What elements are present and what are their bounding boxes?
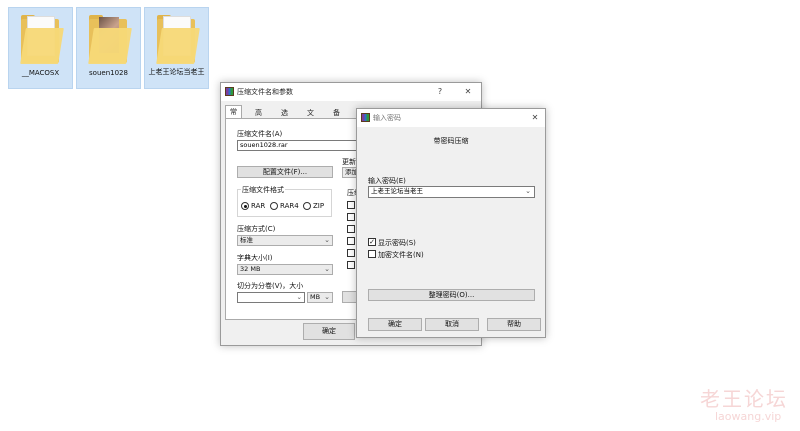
ok-button[interactable]: 确定 <box>303 323 355 340</box>
split-size-input[interactable]: ⌄ <box>237 292 305 303</box>
dict-label: 字典大小(I) <box>237 254 273 262</box>
option-checkbox[interactable] <box>347 261 355 269</box>
option-checkbox[interactable] <box>347 225 355 233</box>
titlebar: 压缩文件名和参数 ? ✕ <box>221 83 481 101</box>
profiles-button[interactable]: 配置文件(F)... <box>237 166 333 178</box>
folder-icon <box>156 14 200 64</box>
method-label: 压缩方式(C) <box>237 225 276 233</box>
method-select[interactable]: 标准 ⌄ <box>237 235 333 246</box>
password-dialog: 输入密码 ✕ 带密码压缩 输入密码(E) 上老王论坛当老王 ⌄ ✓ 显示密码(S… <box>356 108 546 338</box>
password-input[interactable]: 上老王论坛当老王 ⌄ <box>368 186 535 198</box>
folder-icon <box>20 14 64 64</box>
close-icon[interactable]: ✕ <box>528 111 542 124</box>
help-button[interactable]: 帮助 <box>487 318 541 331</box>
password-value: 上老王论坛当老王 <box>371 187 423 195</box>
option-checkbox[interactable] <box>347 201 355 209</box>
ok-button[interactable]: 确定 <box>368 318 422 331</box>
zip-radio[interactable] <box>303 202 311 210</box>
titlebar: 输入密码 ✕ <box>357 109 545 127</box>
dialog-heading: 带密码压缩 <box>433 137 469 145</box>
split-unit-value: MB <box>310 293 321 301</box>
winrar-icon <box>361 113 370 122</box>
chevron-down-icon: ⌄ <box>324 293 330 301</box>
rar-radio[interactable] <box>241 202 249 210</box>
close-icon[interactable]: ✕ <box>461 85 475 98</box>
zip-radio-label: ZIP <box>313 202 325 210</box>
update-label: 更新 <box>342 158 356 166</box>
encrypt-names-checkbox[interactable] <box>368 250 376 258</box>
dict-value: 32 MB <box>240 265 261 273</box>
desktop: __MACOSX souen1028 上老王论坛当老王 压缩文件名和参数 ? ✕… <box>0 0 800 431</box>
chevron-down-icon: ⌄ <box>296 293 302 301</box>
dialog-title: 压缩文件名和参数 <box>237 88 293 96</box>
help-title-button[interactable]: ? <box>433 85 447 98</box>
chevron-down-icon: ⌄ <box>324 265 330 273</box>
option-checkbox[interactable] <box>347 237 355 245</box>
split-label: 切分为分卷(V)，大小 <box>237 282 304 290</box>
organize-passwords-button[interactable]: 整理密码(O)... <box>368 289 535 301</box>
format-group-label: 压缩文件格式 <box>241 185 285 195</box>
watermark-title: 老王论坛 <box>700 387 788 411</box>
show-password-label: 显示密码(S) <box>378 239 416 247</box>
archive-name-input[interactable]: souen1028.rar <box>237 140 357 151</box>
winrar-icon <box>225 87 234 96</box>
method-value: 标准 <box>240 236 253 244</box>
chevron-down-icon: ⌄ <box>324 236 330 244</box>
rar4-radio-label: RAR4 <box>280 202 299 210</box>
split-unit-select[interactable]: MB ⌄ <box>307 292 333 303</box>
folder-icon <box>88 14 132 64</box>
folder-label: 上老王论坛当老王 <box>148 68 205 76</box>
folder-label: __MACOSX <box>21 69 60 77</box>
folder-macosx[interactable]: __MACOSX <box>8 7 73 89</box>
tab-general[interactable]: 常规 <box>225 105 242 128</box>
rar-radio-label: RAR <box>251 202 266 210</box>
folder-label: souen1028 <box>89 69 128 77</box>
chevron-down-icon: ⌄ <box>525 187 531 195</box>
folder-laowang[interactable]: 上老王论坛当老王 <box>144 7 209 89</box>
password-label: 输入密码(E) <box>368 177 406 185</box>
cancel-button[interactable]: 取消 <box>425 318 479 331</box>
archive-name-label: 压缩文件名(A) <box>237 130 283 138</box>
encrypt-names-label: 加密文件名(N) <box>378 251 424 259</box>
dialog-title: 输入密码 <box>373 114 401 122</box>
watermark-subtitle: laowang.vip <box>715 410 782 423</box>
folder-souen1028[interactable]: souen1028 <box>76 7 141 89</box>
option-checkbox[interactable] <box>347 249 355 257</box>
rar4-radio[interactable] <box>270 202 278 210</box>
dict-select[interactable]: 32 MB ⌄ <box>237 264 333 275</box>
option-checkbox[interactable] <box>347 213 355 221</box>
show-password-checkbox[interactable]: ✓ <box>368 238 376 246</box>
